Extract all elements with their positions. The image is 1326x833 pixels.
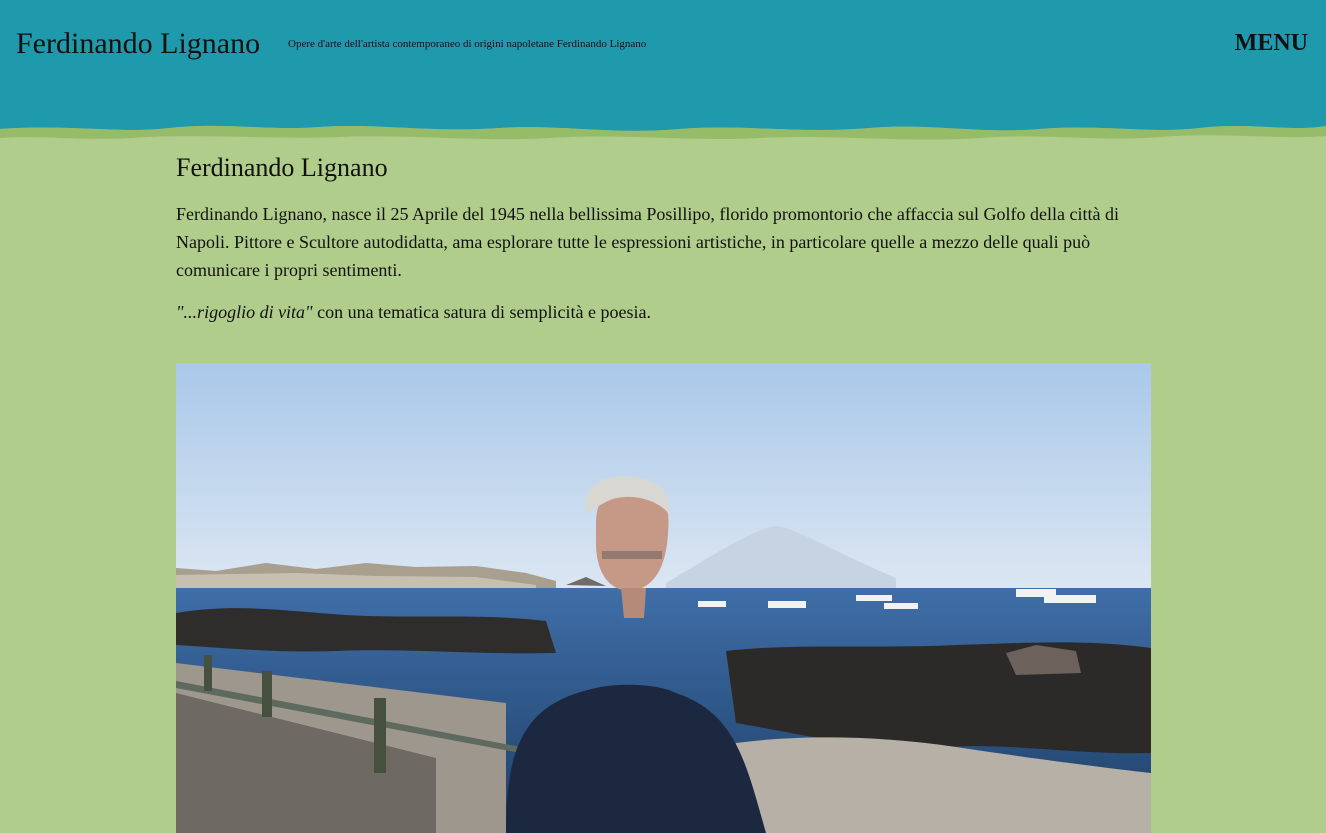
brush-edge-decoration (0, 112, 1326, 140)
main-content: Ferdinando Lignano Ferdinando Lignano, n… (176, 150, 1151, 326)
quote-rest-text: con una tematica satura di semplicità e … (312, 302, 651, 322)
quote-paragraph: "...rigoglio di vita" con una tematica s… (176, 298, 1151, 326)
intro-paragraph: Ferdinando Lignano, nasce il 25 Aprile d… (176, 204, 1119, 280)
site-title-link[interactable]: Ferdinando Lignano (16, 27, 260, 61)
site-header (0, 0, 1326, 125)
site-tagline: Opere d'arte dell'artista contemporaneo … (288, 38, 647, 50)
artist-photo (176, 363, 1151, 833)
menu-button[interactable]: MENU (1235, 30, 1308, 57)
page-title: Ferdinando Lignano (176, 153, 388, 182)
quote-text: "...rigoglio di vita" (176, 302, 313, 322)
